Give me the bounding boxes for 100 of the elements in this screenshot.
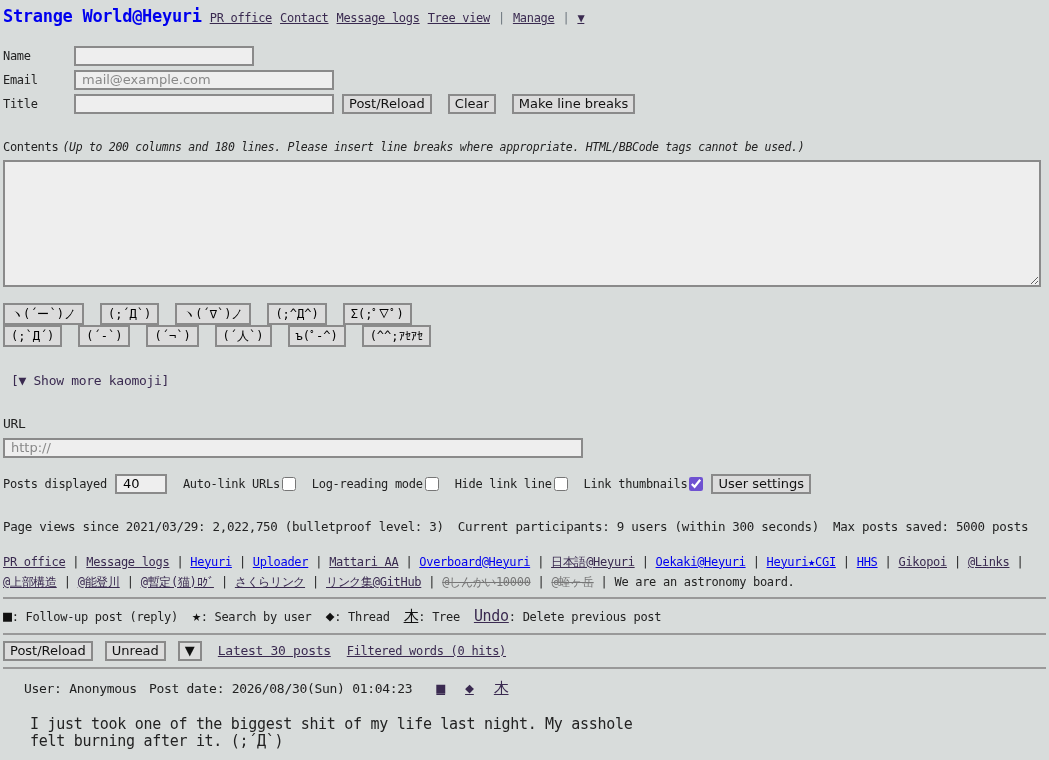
separator: | xyxy=(953,553,961,571)
footer-link[interactable]: PR office xyxy=(3,552,66,571)
checkbox[interactable] xyxy=(689,476,704,491)
toolbar-button[interactable]: Post/Reload xyxy=(3,641,93,661)
footer-link[interactable]: HHS xyxy=(856,552,878,571)
contents-label: Contents xyxy=(3,139,59,154)
footer-link[interactable]: @上部構造 xyxy=(3,572,57,591)
legend-text: : Tree xyxy=(418,609,460,624)
setting-label: Hide link line xyxy=(454,475,552,493)
legend-text: : Thread xyxy=(334,609,390,624)
checkbox[interactable] xyxy=(553,476,568,491)
separator: | xyxy=(537,553,545,571)
nav-link[interactable]: Manage xyxy=(512,9,555,27)
post-body-line: I just took one of the biggest shit of my life last night. My asshole xyxy=(30,715,634,733)
legend-symbol: 木 xyxy=(403,606,419,625)
separator: | xyxy=(63,573,71,591)
setting-label: Auto-link URLs xyxy=(182,475,280,493)
nav-link[interactable]: ▼ xyxy=(577,9,585,27)
text-field[interactable] xyxy=(74,45,254,66)
legend-symbol: ◆ xyxy=(325,606,335,625)
text-field[interactable] xyxy=(74,93,334,114)
footer-link[interactable]: さくらリンク xyxy=(234,572,306,591)
kaomoji-button[interactable]: ヽ(´ー`)ノ xyxy=(3,302,84,325)
form-button[interactable]: Post/Reload xyxy=(342,93,432,114)
footer-link[interactable]: Heyuri xyxy=(190,552,232,571)
post-body-line: felt burning after it. (;´Д`) xyxy=(30,732,284,750)
legend-text: : Search by user xyxy=(200,609,312,624)
footer-link[interactable]: Gikopoi xyxy=(898,552,947,571)
separator: | xyxy=(220,573,228,591)
show-more-link[interactable]: [▼ Show more kaomoji] xyxy=(11,372,170,388)
footer-link[interactable]: @能登川 xyxy=(77,572,120,591)
kaomoji-button[interactable]: (´¬`) xyxy=(146,324,199,347)
kaomoji-button[interactable]: Σ(;ﾟ∇ﾟ) xyxy=(342,302,412,325)
kaomoji-button[interactable]: (;^Д^) xyxy=(267,302,327,325)
field-label: Title xyxy=(3,95,39,113)
separator: | xyxy=(562,10,570,27)
separator: | xyxy=(1016,553,1024,571)
stat-text: Current participants: 9 users (within 300 seconds) xyxy=(457,517,820,536)
nav-link[interactable]: Tree view xyxy=(427,9,490,27)
separator: | xyxy=(428,573,436,591)
post-action-link[interactable]: 木 xyxy=(493,677,509,700)
kaomoji-button[interactable]: ъ(ﾟ-^) xyxy=(287,324,346,347)
footer-link[interactable]: Oekaki@Heyuri xyxy=(655,552,746,571)
footer-link[interactable]: Heyuri★CGI xyxy=(766,552,836,571)
form-button[interactable]: Clear xyxy=(447,93,496,114)
toolbar-link[interactable]: Latest 30 posts xyxy=(217,641,331,661)
legend-text: : Delete previous post xyxy=(508,609,662,624)
post-action-link[interactable]: ■ xyxy=(436,677,446,700)
kaomoji-button[interactable]: (;`Д´) xyxy=(3,324,63,347)
stat-text: Max posts saved: 5000 posts xyxy=(833,517,1029,536)
field-label: Email xyxy=(3,71,39,89)
undo-link[interactable]: Undo xyxy=(473,606,509,625)
legend-symbol: ★ xyxy=(191,606,201,625)
footer-link[interactable]: Message logs xyxy=(86,552,170,571)
separator: | xyxy=(884,553,892,571)
text-field[interactable]: mail@example.com xyxy=(74,69,334,90)
separator: | xyxy=(315,553,323,571)
legend-text: : Follow-up post (reply) xyxy=(11,609,178,624)
separator: | xyxy=(641,553,649,571)
footer-link[interactable]: @Links xyxy=(967,552,1010,571)
contents-hint: (Up to 200 columns and 180 lines. Please insert line breaks where appropriate. HTML/BBCode tags cannot be used.) xyxy=(62,139,805,154)
kaomoji-button[interactable]: ヽ(´∇`)ノ xyxy=(175,302,252,325)
separator: | xyxy=(176,553,184,571)
setting-label: Link thumbnails xyxy=(583,475,688,493)
toolbar-button[interactable]: ▼ xyxy=(177,641,202,661)
separator: | xyxy=(238,553,246,571)
number-field[interactable]: 40 xyxy=(114,473,167,494)
footer-link[interactable]: Overboard@Heyuri xyxy=(419,552,531,571)
site-title[interactable]: Strange World@Heyuri xyxy=(3,4,202,30)
separator: | xyxy=(600,573,608,591)
footer-link[interactable]: リンク集@GitHub xyxy=(326,572,422,591)
nav-link[interactable]: Contact xyxy=(280,9,329,27)
nav-link[interactable]: Message logs xyxy=(336,9,420,27)
separator: | xyxy=(405,553,413,571)
separator: | xyxy=(312,573,319,591)
footer-link[interactable]: 日本語@Heyuri xyxy=(551,552,635,571)
form-button[interactable]: Make line breaks xyxy=(511,93,636,114)
contents-textarea[interactable] xyxy=(3,159,1041,287)
user-settings-button[interactable]: User settings xyxy=(711,473,812,494)
setting-label: Log-reading mode xyxy=(311,475,423,493)
footer-text: We are an astronomy board. xyxy=(614,573,795,591)
footer-link[interactable]: Uploader xyxy=(252,552,309,571)
footer-link[interactable]: Mattari AA xyxy=(329,552,399,571)
nav-link[interactable]: PR office xyxy=(209,9,273,27)
post-user: User: Anonymous xyxy=(24,679,137,698)
separator: | xyxy=(126,573,134,591)
footer-link[interactable]: @暫定(猫)ﾛｸﾞ xyxy=(140,572,214,591)
kaomoji-button[interactable]: (´-`) xyxy=(78,324,131,347)
toolbar-button[interactable]: Unread xyxy=(104,641,166,661)
kaomoji-button[interactable]: (´人`) xyxy=(214,324,272,347)
toolbar-link[interactable]: Filtered words (0 hits) xyxy=(346,642,507,660)
checkbox[interactable] xyxy=(281,476,296,491)
legend-symbol: ■ xyxy=(3,606,12,625)
kaomoji-button[interactable]: (;´Д`) xyxy=(99,302,160,325)
url-field[interactable]: http:// xyxy=(3,437,583,458)
separator: | xyxy=(537,573,545,591)
separator: | xyxy=(842,553,850,571)
checkbox[interactable] xyxy=(424,476,439,491)
kaomoji-button[interactable]: (^^;ｱｾｱｾ xyxy=(361,324,431,347)
post-action-link[interactable]: ◆ xyxy=(465,677,474,700)
